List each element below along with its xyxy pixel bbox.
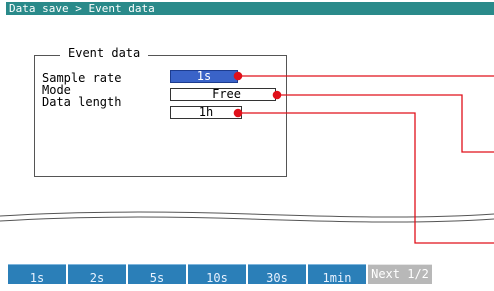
function-key-bar: 1s 2s 5s 10s 30s 1min Next 1/2 [8, 264, 494, 285]
mode-field[interactable]: Free [170, 88, 276, 101]
fn-key-5s[interactable]: 5s [128, 264, 186, 285]
fn-key-2s[interactable]: 2s [68, 264, 126, 285]
screen-break-lines [0, 211, 494, 223]
fn-key-next-page[interactable]: Next 1/2 [368, 264, 432, 284]
breadcrumb-title-bar: Data save > Event data [6, 2, 494, 15]
data-length-field[interactable]: 1h [170, 106, 242, 119]
sample-rate-field[interactable]: 1s [170, 70, 238, 83]
fn-key-1min[interactable]: 1min [308, 264, 366, 285]
panel-title: Event data [60, 45, 149, 61]
fn-key-10s[interactable]: 10s [188, 264, 246, 285]
fn-key-30s[interactable]: 30s [248, 264, 306, 285]
data-length-label: Data length [42, 95, 122, 109]
fn-key-1s[interactable]: 1s [8, 264, 66, 285]
